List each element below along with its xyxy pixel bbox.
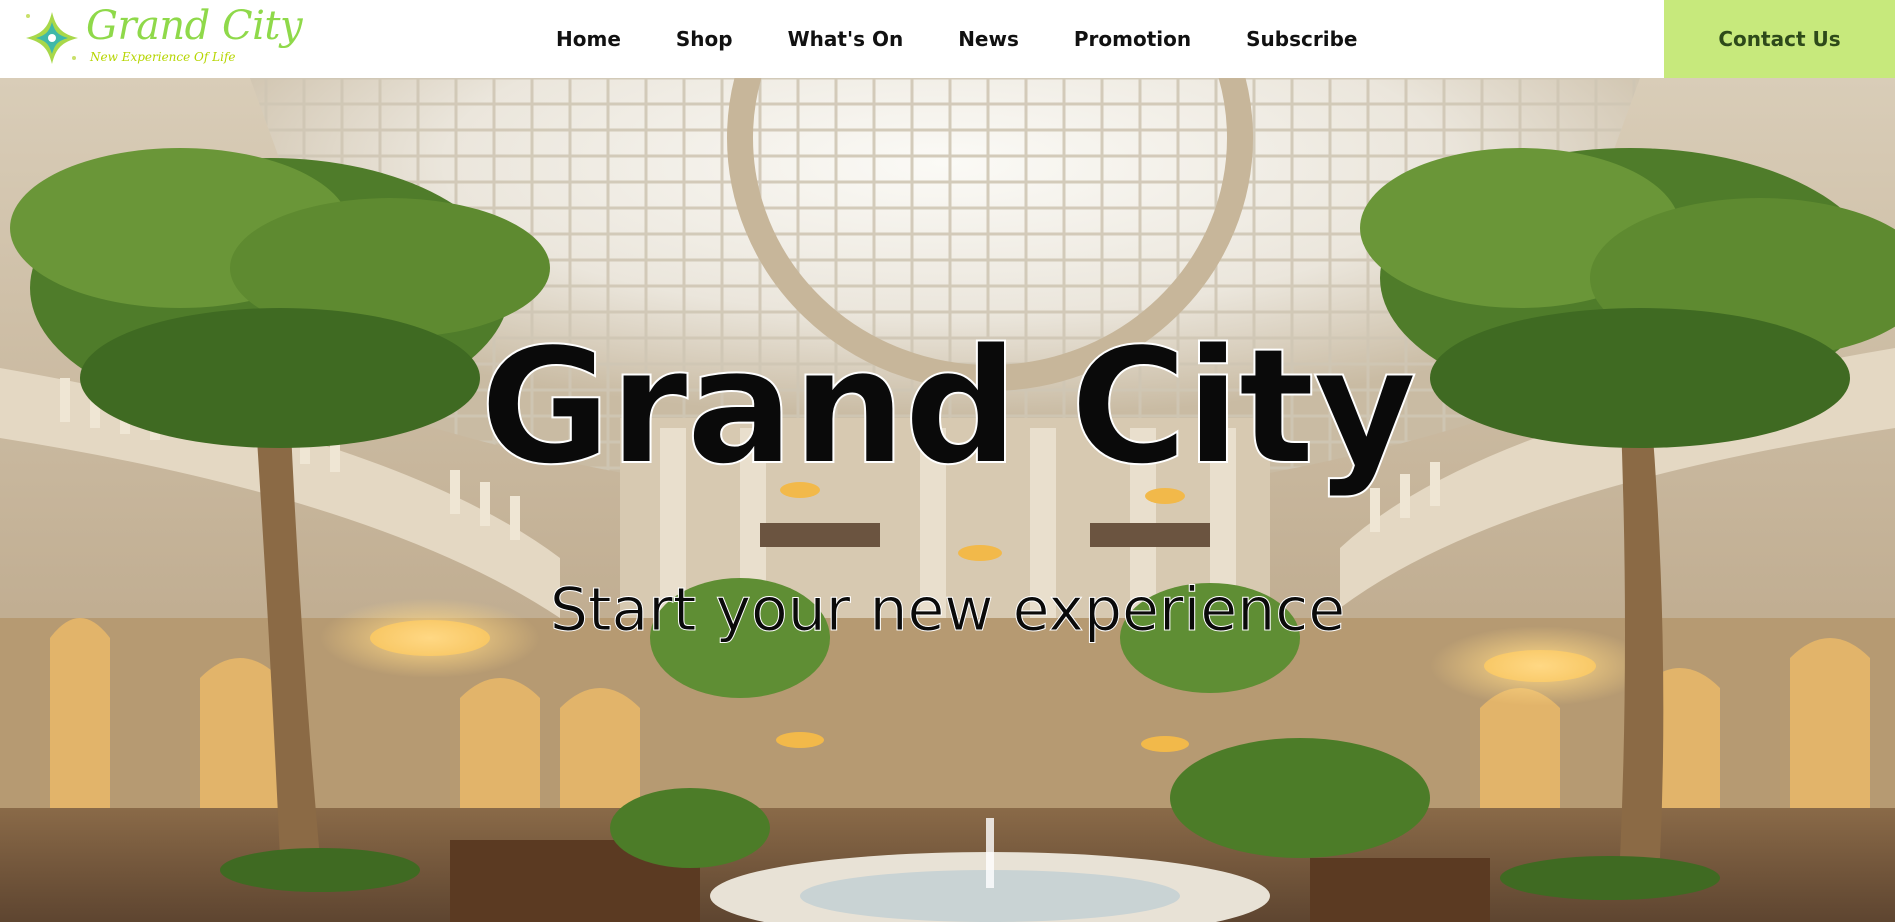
nav-item-shop[interactable]: Shop bbox=[676, 27, 733, 51]
logo-tagline: New Experience Of Life bbox=[90, 50, 236, 64]
sparkle-logo-icon bbox=[26, 12, 78, 64]
nav-item-news[interactable]: News bbox=[958, 27, 1019, 51]
nav-item-home[interactable]: Home bbox=[556, 27, 621, 51]
mall-atrium-image bbox=[0, 78, 1895, 922]
nav-item-subscribe[interactable]: Subscribe bbox=[1246, 27, 1357, 51]
main-nav: Home Shop What's On News Promotion Subsc… bbox=[556, 0, 1357, 78]
logo-link[interactable]: Grand City New Experience Of Life bbox=[22, 4, 303, 72]
site-header: Grand City New Experience Of Life Home S… bbox=[0, 0, 1895, 78]
hero-banner: Grand City Start your new experience bbox=[0, 78, 1895, 922]
nav-item-whats-on[interactable]: What's On bbox=[788, 27, 904, 51]
hero-subtitle: Start your new experience bbox=[549, 575, 1346, 646]
nav-item-promotion[interactable]: Promotion bbox=[1074, 27, 1191, 51]
logo-title: Grand City bbox=[86, 3, 303, 49]
hero-title: Grand City bbox=[479, 313, 1418, 500]
contact-us-button[interactable]: Contact Us bbox=[1664, 0, 1895, 78]
